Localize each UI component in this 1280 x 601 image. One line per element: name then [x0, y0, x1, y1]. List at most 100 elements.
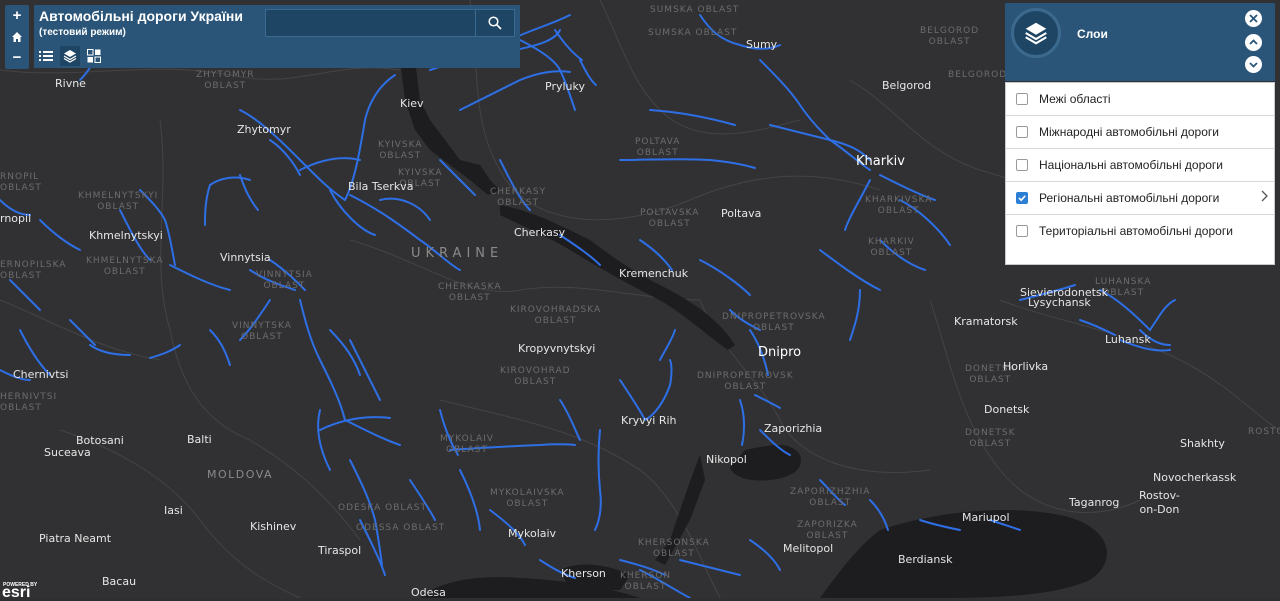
header-toolbar — [36, 46, 104, 66]
home-button[interactable] — [5, 26, 29, 47]
city-lysychansk: Lysychansk — [1028, 296, 1091, 309]
region-label-poltava: POLTAVA OBLAST — [635, 137, 681, 158]
layers-panel-icon-badge — [1011, 8, 1061, 58]
city-bila-tserkva: Bila Tserkva — [348, 180, 414, 193]
city-luhansk: Luhansk — [1105, 333, 1151, 346]
region-label-kirovohrad: KIROVOHRAD OBLAST — [500, 366, 571, 387]
basemap-icon — [87, 49, 101, 63]
city-zaporizhia: Zaporizhia — [764, 422, 823, 435]
layer-item-international-roads[interactable]: Міжнародні автомобільні дороги — [1006, 116, 1274, 149]
layer-item-territorial-roads[interactable]: Територіальні автомобільні дороги — [1006, 215, 1274, 264]
city-ternopil: rnopil — [0, 212, 32, 225]
basemap-gallery-button[interactable] — [84, 46, 104, 66]
city-horlivka: Horlivka — [1003, 360, 1049, 373]
city-donetsk: Donetsk — [984, 403, 1030, 416]
region-label-mykolaiv: MYKOLAIV OBLAST — [440, 434, 494, 455]
city-melitopol: Melitopol — [783, 542, 834, 555]
panel-down-button[interactable] — [1245, 56, 1262, 73]
region-label-khmelnytskyi: KHMELNYTSKYI OBLAST — [78, 191, 159, 212]
city-dnipro: Dnipro — [758, 345, 802, 360]
city-khmelnytskyi: Khmelnytskyi — [89, 229, 163, 242]
layer-checkbox[interactable] — [1016, 126, 1028, 138]
esri-logo[interactable]: POWERED BY esri — [2, 580, 62, 601]
region-label-kherson: KHERSON OBLAST — [620, 571, 672, 592]
city-rivne: Rivne — [55, 77, 86, 90]
city-kropyvnytskyi: Kropyvnytskyi — [518, 342, 596, 355]
city-kramatorsk: Kramatorsk — [954, 315, 1018, 328]
layers-icon — [63, 50, 77, 63]
city-mykolaiv: Mykolaiv — [508, 527, 557, 540]
city-taganrog: Taganrog — [1069, 496, 1120, 509]
layer-item-oblast-borders[interactable]: Межі області — [1006, 83, 1274, 116]
search-input[interactable] — [266, 10, 484, 38]
city-vinnytsia: Vinnytsia — [220, 251, 271, 264]
app-header: Автомобільні дороги України (тестовий ре… — [34, 5, 520, 68]
region-label-kharkivska: KHARKIVSKA OBLAST — [865, 195, 933, 216]
region-label-khmelnytska: KHMELNYTSKA OBLAST — [86, 256, 164, 277]
city-kremenchuk: Kremenchuk — [619, 267, 689, 280]
region-label-cherkaska: CHERKASKA OBLAST — [438, 282, 502, 303]
city-bacau: Bacau — [102, 575, 137, 588]
zoom-controls: + − — [5, 5, 29, 69]
city-kharkiv: Kharkiv — [856, 154, 905, 169]
city-berdiansk: Berdiansk — [898, 553, 953, 566]
zoom-out-button[interactable]: − — [5, 47, 29, 68]
city-zhytomyr: Zhytomyr — [237, 123, 291, 136]
city-cherkasy: Cherkasy — [514, 226, 566, 239]
panel-up-button[interactable] — [1245, 34, 1262, 51]
city-tiraspol: Tiraspol — [318, 544, 362, 557]
city-mariupol: Mariupol — [962, 511, 1010, 524]
chevron-right-icon[interactable] — [1260, 189, 1268, 205]
search-icon — [488, 16, 502, 30]
zoom-in-label: + — [12, 7, 22, 24]
layer-checkbox[interactable] — [1016, 93, 1028, 105]
city-kiev: Kiev — [400, 97, 424, 110]
region-label-kharkiv: KHARKIV OBLAST — [868, 237, 915, 258]
city-sumy: Sumy — [746, 38, 778, 51]
layer-label: Межі області — [1039, 92, 1111, 106]
region-label-vinnytsia: VINNYTSIA OBLAST — [256, 270, 313, 291]
zoom-in-button[interactable]: + — [5, 5, 29, 26]
region-label-poltavska: POLTAVSKA OBLAST — [640, 208, 700, 229]
list-icon — [39, 51, 53, 61]
layer-item-regional-roads[interactable]: Регіональні автомобільні дороги — [1006, 182, 1274, 215]
layers-button[interactable] — [60, 46, 80, 66]
layer-checkbox[interactable] — [1016, 159, 1028, 171]
region-label-zaporizhzhia: ZAPORIZHZHIA OBLAST — [790, 487, 871, 508]
region-label-dnipropetrovsk: DNIPROPETROVSK OBLAST — [697, 371, 794, 392]
region-label-belgorod: BELGOROD OBLAST — [920, 26, 980, 47]
city-pryluky: Pryluky — [545, 80, 585, 93]
city-piatra-neamt: Piatra Neamt — [39, 532, 112, 545]
region-label-cherkasy: CHERKASY OBLAST — [490, 187, 547, 208]
region-label-kyivska: KYIVSKA OBLAST — [378, 140, 423, 161]
region-label-zhytomyr: ZHYTOMYR OBLAST — [196, 70, 255, 91]
search-box — [265, 9, 515, 38]
search-button[interactable] — [475, 10, 514, 36]
region-label-zaporizka: ZAPORIZKA OBLAST — [797, 520, 858, 541]
region-label-donetsk2: DONETSK OBLAST — [965, 428, 1016, 449]
city-suceava: Suceava — [44, 446, 91, 459]
legend-button[interactable] — [36, 46, 56, 66]
city-novocherkassk: Novocherkassk — [1153, 471, 1237, 484]
chevron-down-icon — [1249, 62, 1258, 68]
layer-label: Регіональні автомобільні дороги — [1039, 191, 1220, 205]
city-iasi: Iasi — [164, 504, 183, 517]
app-subtitle: (тестовий режим) — [39, 27, 126, 38]
region-label-mykolaivska: MYKOLAIVSKA OBLAST — [490, 488, 565, 509]
region-label-sumska: SUMSKA OBLAST — [648, 28, 738, 38]
chevron-up-icon — [1249, 39, 1258, 45]
country-label-moldova: MOLDOVA — [207, 468, 274, 481]
layer-label: Міжнародні автомобільні дороги — [1039, 125, 1219, 139]
layer-checkbox[interactable] — [1016, 192, 1028, 204]
close-panel-button[interactable] — [1245, 10, 1262, 27]
city-chernivtsi: Chernivtsi — [13, 368, 69, 381]
region-label-vinnytska: VINNYTSKA OBLAST — [232, 321, 292, 342]
city-balti: Balti — [187, 433, 212, 446]
layer-checkbox[interactable] — [1016, 225, 1028, 237]
layer-item-national-roads[interactable]: Національні автомобільні дороги — [1006, 149, 1274, 182]
region-label-dnipropetrovska: DNIPROPETROVSKA OBLAST — [722, 312, 826, 333]
layers-panel: Слои Межі області Міжнародні автомобільн… — [1005, 3, 1275, 265]
country-label-ukraine: UKRAINE — [411, 246, 504, 261]
region-label-left3: HERNIVTSI OBLAST — [0, 392, 58, 413]
layers-panel-title: Слои — [1077, 27, 1108, 41]
